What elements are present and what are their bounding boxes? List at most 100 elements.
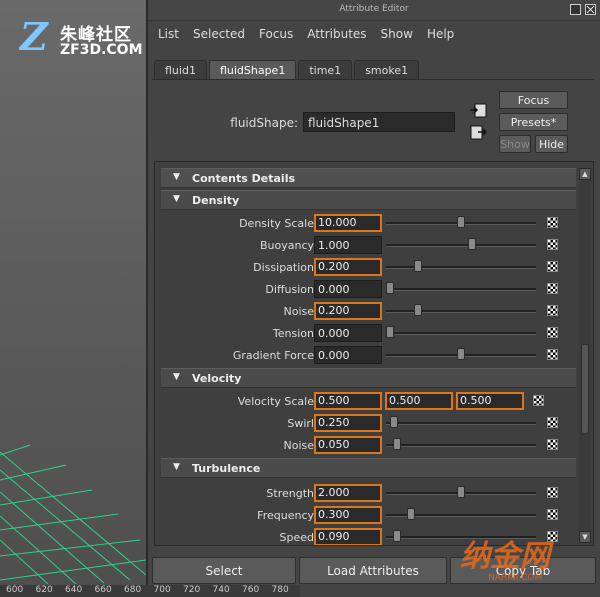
node-tabs: fluid1 fluidShape1 time1 smoke1 — [154, 60, 420, 80]
menu-item-show[interactable]: Show — [381, 27, 413, 41]
map-texture-icon[interactable] — [547, 439, 558, 450]
attr-label: Noise — [283, 305, 314, 318]
section-header-contents-details[interactable]: ▼ Contents Details — [161, 168, 576, 188]
attribute-scroll-panel[interactable]: ▼ Contents Details ▼ Density Density Scale 10… — [154, 161, 594, 546]
attr-value-field[interactable]: 10.000 — [314, 214, 382, 232]
menu-item-focus[interactable]: Focus — [259, 27, 293, 41]
logo-site-text: ZF3D.COM — [60, 42, 143, 58]
attr-label: Diffusion — [265, 283, 314, 296]
attr-slider-track[interactable] — [386, 422, 536, 425]
map-texture-icon[interactable] — [547, 327, 558, 338]
section-title: Turbulence — [192, 462, 261, 475]
attr-label: Swirl — [287, 417, 314, 430]
collapse-arrow-icon[interactable]: ▼ — [173, 172, 180, 182]
attr-value-field[interactable]: 0.050 — [314, 436, 382, 454]
attr-row-frequency: Frequency 0.300 — [161, 504, 576, 526]
attr-slider-track[interactable] — [386, 444, 536, 447]
tab-fluidshape1[interactable]: fluidShape1 — [208, 60, 297, 80]
attr-value-field[interactable]: 0.000 — [314, 280, 382, 298]
tab-time1[interactable]: time1 — [298, 60, 353, 80]
attr-value-field[interactable]: 0.000 — [314, 346, 382, 364]
scroll-up-icon[interactable]: ▲ — [579, 168, 591, 180]
attr-row-density-scale: Density Scale 10.000 — [161, 212, 576, 234]
attr-value-field[interactable]: 0.200 — [314, 302, 382, 320]
input-connection-icon[interactable] — [470, 103, 487, 118]
map-texture-icon[interactable] — [547, 305, 558, 316]
menu-item-list[interactable]: List — [158, 27, 179, 41]
attr-slider-handle[interactable] — [393, 438, 402, 450]
map-texture-icon[interactable] — [547, 217, 558, 228]
attr-slider-handle[interactable] — [457, 216, 465, 228]
attr-value-field[interactable]: 1.000 — [314, 236, 382, 254]
map-texture-icon[interactable] — [533, 395, 544, 406]
attr-slider-handle[interactable] — [386, 282, 394, 294]
output-connection-icon[interactable] — [470, 125, 487, 140]
attr-slider-track[interactable] — [386, 310, 536, 313]
close-window-icon[interactable] — [585, 4, 596, 15]
attr-value-field[interactable]: 0.090 — [314, 528, 382, 545]
menu-item-help[interactable]: Help — [427, 27, 454, 41]
hide-button[interactable]: Hide — [535, 135, 568, 153]
show-button[interactable]: Show — [499, 135, 531, 153]
map-texture-icon[interactable] — [547, 509, 558, 520]
section-title: Density — [192, 194, 240, 207]
attr-slider-handle[interactable] — [407, 508, 416, 520]
section-header-turbulence[interactable]: ▼ Turbulence — [161, 458, 576, 478]
attr-value-field[interactable]: 0.300 — [314, 506, 382, 524]
attr-slider-handle[interactable] — [457, 348, 465, 360]
velocity-scale-field-z[interactable]: 0.500 — [456, 392, 524, 410]
map-texture-icon[interactable] — [547, 239, 558, 250]
velocity-scale-field-x[interactable]: 0.500 — [314, 392, 382, 410]
select-button[interactable]: Select — [152, 557, 296, 584]
attr-value-field[interactable]: 0.000 — [314, 324, 382, 342]
timeline-ruler[interactable]: 600 620 640 660 680 700 720 740 760 780 8 — [0, 585, 300, 597]
attr-label: Velocity Scale — [237, 395, 314, 408]
menu-item-selected[interactable]: Selected — [193, 27, 245, 41]
float-window-icon[interactable] — [570, 4, 581, 15]
tab-fluid1[interactable]: fluid1 — [154, 60, 207, 80]
attr-slider-handle[interactable] — [386, 326, 394, 338]
attr-row-swirl: Swirl 0.250 — [161, 412, 576, 434]
map-texture-icon[interactable] — [547, 261, 558, 272]
attr-value-field[interactable]: 0.200 — [314, 258, 382, 276]
load-attributes-button[interactable]: Load Attributes — [299, 557, 447, 584]
focus-button[interactable]: Focus — [499, 91, 568, 109]
attr-row-noise: Noise 0.200 — [161, 300, 576, 322]
velocity-scale-field-y[interactable]: 0.500 — [385, 392, 453, 410]
attr-slider-handle[interactable] — [390, 416, 399, 428]
attr-value-field[interactable]: 0.250 — [314, 414, 382, 432]
collapse-arrow-icon[interactable]: ▼ — [173, 372, 180, 382]
attr-slider-track[interactable] — [386, 288, 536, 291]
tab-smoke1[interactable]: smoke1 — [354, 60, 420, 80]
attr-slider-handle[interactable] — [393, 530, 402, 542]
attr-row-strength: Strength 2.000 — [161, 482, 576, 504]
attr-slider-handle[interactable] — [414, 304, 423, 316]
attr-slider-handle[interactable] — [468, 238, 477, 250]
map-texture-icon[interactable] — [547, 417, 558, 428]
menu-item-attributes[interactable]: Attributes — [307, 27, 366, 41]
attr-value-field[interactable]: 2.000 — [314, 484, 382, 502]
title-bar: Attribute Editor — [148, 0, 600, 21]
map-texture-icon[interactable] — [547, 487, 558, 498]
section-header-velocity[interactable]: ▼ Velocity — [161, 368, 576, 388]
attr-row-noise: Noise 0.050 — [161, 434, 576, 456]
map-texture-icon[interactable] — [547, 283, 558, 294]
attr-slider-handle[interactable] — [414, 260, 423, 272]
presets-button[interactable]: Presets* — [499, 113, 568, 131]
map-texture-icon[interactable] — [547, 349, 558, 360]
attr-label: Strength — [266, 487, 314, 500]
tab-divider — [152, 79, 594, 80]
attr-slider-track[interactable] — [386, 266, 536, 269]
attr-label: Tension — [272, 327, 314, 340]
attr-slider-track[interactable] — [386, 332, 536, 335]
vertical-scrollbar[interactable]: ▲ ▼ — [579, 168, 591, 543]
node-name-field[interactable]: fluidShape1 — [303, 112, 455, 132]
ruler-tick-label: 720 — [183, 585, 201, 595]
collapse-arrow-icon[interactable]: ▼ — [173, 194, 180, 204]
attr-slider-track[interactable] — [386, 244, 536, 247]
collapse-arrow-icon[interactable]: ▼ — [173, 462, 180, 472]
section-header-density[interactable]: ▼ Density — [161, 190, 576, 210]
attr-slider-handle[interactable] — [457, 486, 465, 498]
viewport-panel[interactable]: Z 朱峰社区 ZF3D.COM — [0, 0, 148, 597]
scrollbar-thumb[interactable] — [581, 344, 589, 434]
